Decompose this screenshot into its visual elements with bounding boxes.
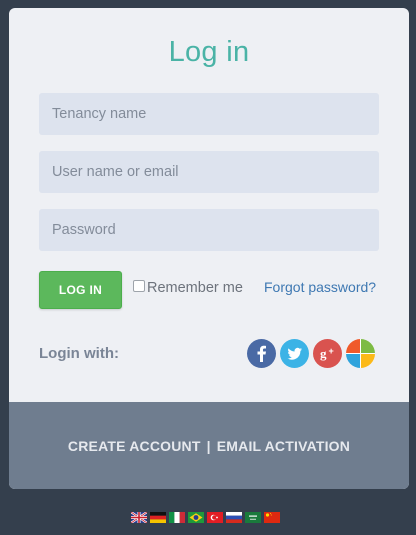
link-separator: |: [206, 437, 211, 454]
email-activation-link[interactable]: EMAIL ACTIVATION: [217, 438, 350, 454]
uk-flag-icon[interactable]: [131, 512, 147, 523]
brazil-flag-icon[interactable]: [188, 512, 204, 523]
create-account-link[interactable]: CREATE ACCOUNT: [68, 438, 201, 454]
italy-flag-icon[interactable]: [169, 512, 185, 523]
login-button[interactable]: LOG IN: [39, 271, 122, 309]
google-plus-icon[interactable]: g +: [313, 339, 342, 368]
microsoft-icon[interactable]: [346, 339, 375, 368]
login-with-label: Login with:: [39, 345, 119, 362]
forgot-password-link[interactable]: Forgot password?: [264, 279, 376, 295]
login-form: Log in LOG IN Remember me Forgot passwor…: [9, 8, 409, 402]
language-selector: [131, 512, 280, 523]
account-links: CREATE ACCOUNT | EMAIL ACTIVATION: [9, 402, 409, 489]
svg-text:g: g: [320, 346, 327, 361]
login-card: Log in LOG IN Remember me Forgot passwor…: [9, 8, 409, 489]
svg-text:+: +: [329, 346, 334, 356]
turkey-flag-icon[interactable]: [207, 512, 223, 523]
china-flag-icon[interactable]: [264, 512, 280, 523]
germany-flag-icon[interactable]: [150, 512, 166, 523]
facebook-icon[interactable]: [247, 339, 276, 368]
tenancy-name-input[interactable]: [39, 93, 379, 135]
remember-me-checkbox[interactable]: [133, 280, 145, 292]
russia-flag-icon[interactable]: [226, 512, 242, 523]
page-title: Log in: [168, 36, 250, 68]
password-input[interactable]: [39, 209, 379, 251]
remember-me-label: Remember me: [147, 280, 243, 296]
saudi-arabia-flag-icon[interactable]: [245, 512, 261, 523]
twitter-icon[interactable]: [280, 339, 309, 368]
username-input[interactable]: [39, 151, 379, 193]
remember-me[interactable]: Remember me: [133, 280, 243, 296]
